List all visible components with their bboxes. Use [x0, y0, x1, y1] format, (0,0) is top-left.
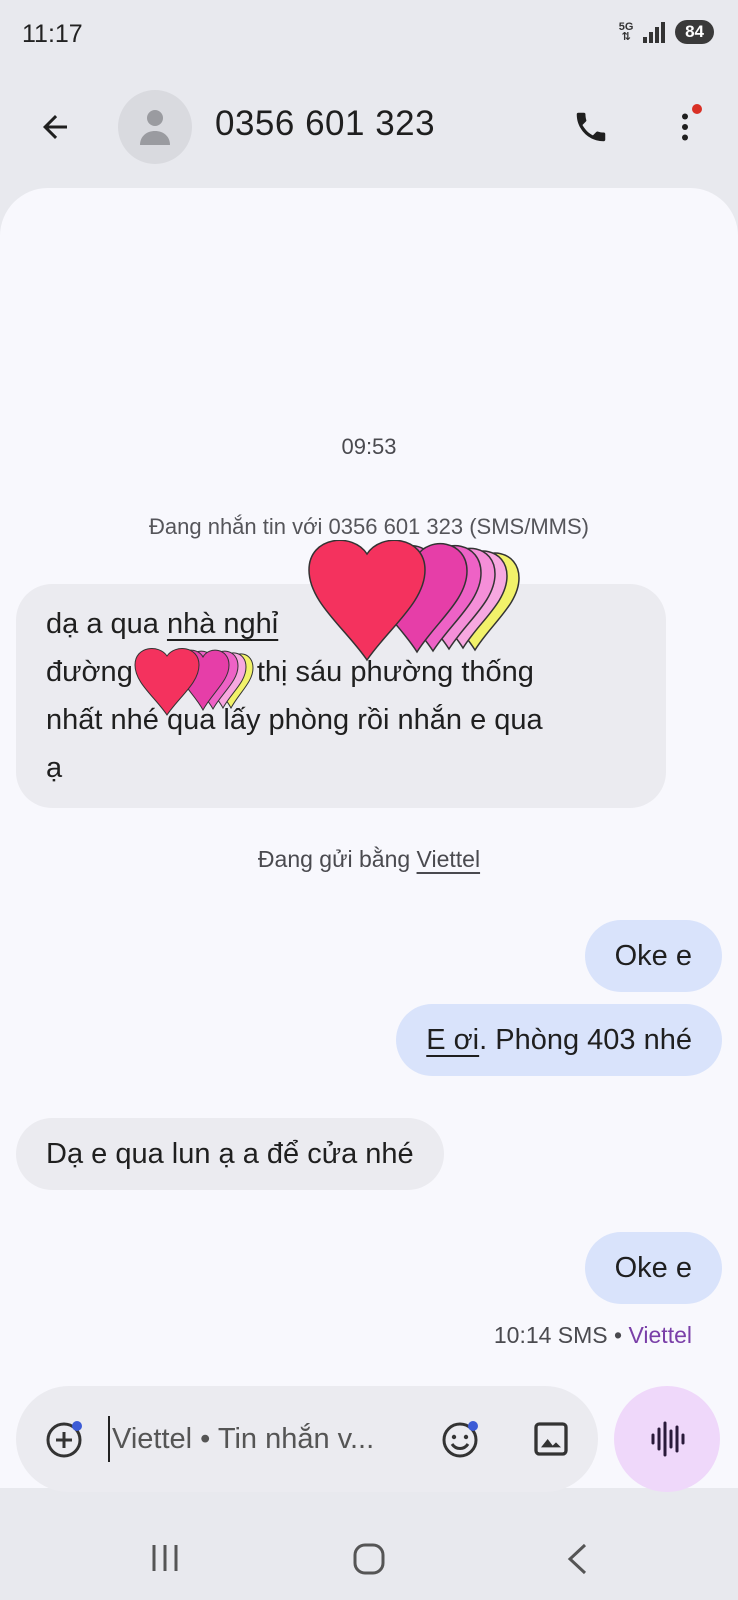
back-button[interactable]	[30, 102, 80, 152]
image-icon	[534, 1422, 568, 1456]
recent-apps-icon	[152, 1545, 178, 1571]
status-bar: 11:17 5G ⇅ 84	[0, 0, 738, 70]
message-line: nhất nhé qua lấy phòng rồi nhắn e qua	[46, 704, 543, 736]
sending-prefix: Đang gửi bằng	[257, 846, 417, 872]
status-time: 11:17	[22, 20, 83, 48]
gallery-button[interactable]	[526, 1414, 576, 1464]
message-text: dạ a qua	[46, 608, 167, 640]
back-arrow-icon	[43, 115, 67, 139]
date-label: 09:53	[341, 434, 397, 459]
attach-button[interactable]	[40, 1414, 90, 1464]
phone-icon	[576, 112, 606, 142]
message-bubble-outgoing[interactable]: Oke e	[584, 1232, 722, 1304]
message-line: ạ	[46, 752, 63, 784]
person-icon	[140, 110, 170, 145]
message-input[interactable]	[108, 1416, 428, 1462]
message-bubble-incoming[interactable]: Dạ e qua lun ạ a để cửa nhé	[16, 1118, 444, 1190]
contact-title: 0356 601 323	[215, 104, 436, 143]
message-text: đường	[46, 656, 133, 688]
avatar[interactable]	[118, 90, 192, 164]
call-button[interactable]	[566, 102, 616, 152]
message-text: Oke e	[614, 940, 692, 972]
message-link[interactable]: E ơi	[426, 1024, 479, 1056]
sending-label: Đang gửi bằng Viettel	[0, 846, 738, 873]
system-back-button[interactable]	[552, 1536, 602, 1582]
more-vert-icon	[682, 113, 688, 141]
status-icons: 5G ⇅ 84	[615, 20, 714, 44]
message-carrier: Viettel	[628, 1322, 692, 1348]
message-text: thị sáu phường thống	[256, 656, 534, 688]
app-header: 0356 601 323	[0, 80, 738, 174]
system-nav-bar	[0, 1518, 738, 1600]
home-icon	[353, 1543, 385, 1575]
message-bubble-outgoing[interactable]: Oke e	[584, 920, 722, 992]
message-time-type: 10:14 SMS •	[493, 1322, 629, 1348]
emoji-button[interactable]	[436, 1414, 486, 1464]
message-link[interactable]: nhà nghỉ	[167, 608, 278, 640]
message-text: Dạ e qua lun ạ a để cửa nhé	[46, 1138, 414, 1170]
emoji-icon	[442, 1421, 478, 1458]
network-5g-icon: 5G ⇅	[618, 21, 634, 43]
message-text: . Phòng 403 nhé	[479, 1024, 692, 1056]
add-circle-icon	[46, 1421, 82, 1458]
message-text: Oke e	[614, 1252, 692, 1284]
message-line: đường thị sáu phường thống	[46, 648, 636, 696]
battery-badge: 84	[675, 20, 714, 44]
message-line: dạ a qua nhà nghỉ	[46, 600, 636, 648]
home-button[interactable]	[344, 1534, 394, 1584]
notification-dot	[692, 104, 702, 114]
nav-back-icon	[567, 1543, 587, 1575]
voice-message-button[interactable]	[614, 1386, 720, 1492]
sms-info-label: Đang nhắn tin với 0356 601 323 (SMS/MMS)	[149, 514, 589, 539]
message-meta: 10:14 SMS • Viettel	[494, 1322, 692, 1349]
conversation-panel[interactable]: 09:53 Đang nhắn tin với 0356 601 323 (SM…	[0, 188, 738, 1488]
signal-icon	[643, 21, 666, 43]
message-bubble-incoming[interactable]: dạ a qua nhà nghỉ đường thị sáu phường th…	[16, 584, 666, 808]
message-bubble-outgoing[interactable]: E ơi. Phòng 403 nhé	[396, 1004, 722, 1076]
compose-bar	[16, 1386, 598, 1492]
carrier-link[interactable]: Viettel	[417, 846, 481, 872]
recent-apps-button[interactable]	[140, 1538, 190, 1578]
voice-wave-icon	[651, 1421, 685, 1457]
network-label: 5G	[618, 21, 634, 33]
more-options-button[interactable]	[660, 102, 710, 152]
